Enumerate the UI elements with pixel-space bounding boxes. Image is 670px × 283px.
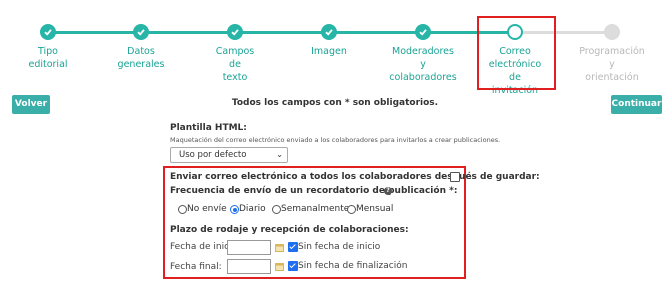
template-help: Maquetación del correo electrónico envia… <box>170 136 501 144</box>
no-end-date-checkbox[interactable] <box>288 261 298 271</box>
send-all-checkbox[interactable] <box>450 172 460 182</box>
step-label: Moderadores y colaboradores <box>389 46 457 83</box>
send-all-label: Enviar correo electrónico a todos los co… <box>170 172 540 182</box>
no-start-date-checkbox[interactable] <box>288 242 298 252</box>
check-icon <box>321 24 337 40</box>
frequency-option-label: Semanalmente <box>281 204 350 214</box>
step-label: Campos de texto <box>215 46 255 83</box>
check-icon <box>133 24 149 40</box>
chevron-down-icon: ⌄ <box>276 150 283 159</box>
no-end-date-label: Sin fecha de finalización <box>298 261 408 271</box>
stepper-track-done <box>48 31 515 34</box>
frequency-radio-diario[interactable] <box>230 205 239 214</box>
deadline-label: Plazo de rodaje y recepción de colaborac… <box>170 225 409 235</box>
check-icon <box>415 24 431 40</box>
end-date-label: Fecha final: <box>170 262 222 272</box>
check-icon <box>227 24 243 40</box>
frequency-label: Frecuencia de envío de un recordatorio d… <box>170 186 458 196</box>
calendar-icon[interactable] <box>275 262 284 271</box>
start-date-input[interactable] <box>227 240 271 255</box>
current-step-highlight <box>477 16 556 90</box>
required-fields-notice: Todos los campos con * son obligatorios. <box>231 98 439 108</box>
frequency-option-label: No envíe <box>187 204 227 214</box>
frequency-option-label: Diario <box>239 204 266 214</box>
template-label: Plantilla HTML: <box>170 123 247 133</box>
end-date-input[interactable] <box>227 259 271 274</box>
no-start-date-label: Sin fecha de inicio <box>298 242 381 252</box>
template-select[interactable]: Uso por defecto ⌄ <box>170 147 288 163</box>
frequency-option-label: Mensual <box>356 204 394 214</box>
frequency-radio-mensual[interactable] <box>347 205 356 214</box>
step-label: Tipo editorial <box>28 46 68 70</box>
step-label: Imagen <box>311 46 347 57</box>
step-label: Datos generales <box>117 46 165 70</box>
frequency-radio-no-envie[interactable] <box>178 205 187 214</box>
progress-stepper: Tipo editorial Datos generales Campos de… <box>0 0 670 96</box>
step-label: Programación y orientación <box>579 46 645 83</box>
frequency-radio-semanalmente[interactable] <box>272 205 281 214</box>
pending-step-circle-icon <box>604 24 620 40</box>
help-icon[interactable]: ? <box>384 187 392 195</box>
template-selected-value: Uso por defecto <box>179 150 247 160</box>
calendar-icon[interactable] <box>275 243 284 252</box>
check-icon <box>40 24 56 40</box>
